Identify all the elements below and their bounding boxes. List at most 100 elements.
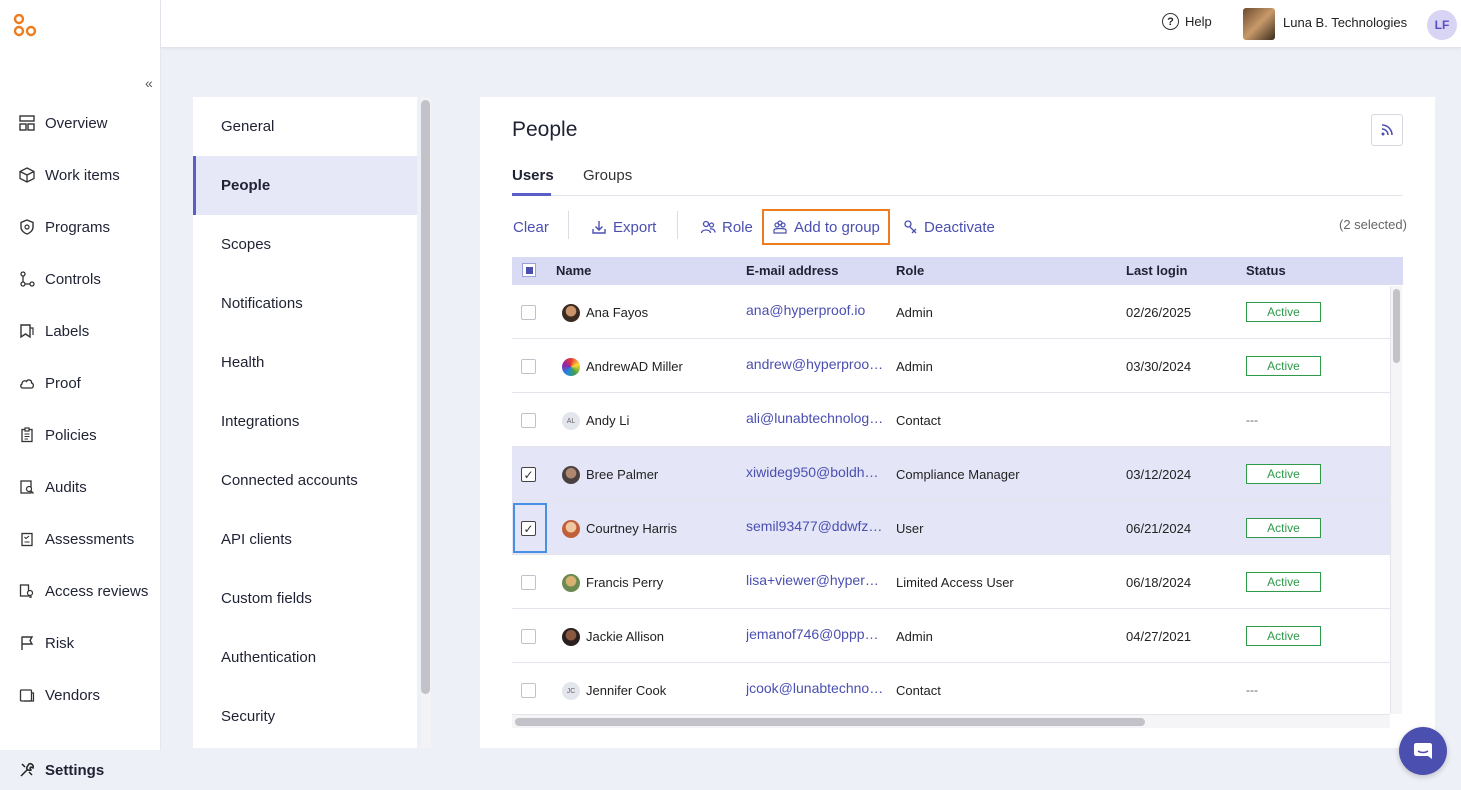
chat-button[interactable]	[1399, 727, 1447, 775]
row-checkbox-checked[interactable]: ✓	[521, 521, 536, 536]
avatar	[562, 628, 580, 646]
nav-item-labels[interactable]: Labels	[0, 311, 161, 351]
row-checkbox[interactable]	[521, 305, 536, 320]
user-name[interactable]: Ana Fayos	[586, 305, 648, 320]
table-row[interactable]: ✓ Bree Palmer xiwideg950@boldhut.com Com…	[512, 447, 1390, 501]
rss-feed-button[interactable]	[1371, 114, 1403, 146]
table-row[interactable]: Jackie Allison jemanof746@0pppp.com Admi…	[512, 609, 1390, 663]
user-email[interactable]: jcook@lunabtechnologies.com	[746, 680, 884, 696]
user-email[interactable]: semil93477@ddwfzp.com	[746, 518, 884, 534]
user-email[interactable]: ana@hyperproof.io	[746, 302, 884, 318]
subnav-item-health[interactable]: Health	[193, 333, 417, 392]
add-to-group-button[interactable]: Add to group	[762, 209, 890, 245]
export-button[interactable]: Export	[591, 215, 656, 239]
nav-label: Overview	[45, 114, 108, 132]
nav-item-settings[interactable]: Settings	[0, 750, 161, 790]
left-navigation: « Overview Work items Programs Controls …	[0, 0, 161, 790]
status-empty: ---	[1246, 683, 1258, 697]
user-email[interactable]: andrew@hyperproof.io	[746, 356, 884, 372]
org-name[interactable]: Luna B. Technologies	[1283, 15, 1407, 30]
user-email[interactable]: ali@lunabtechnologies.com	[746, 410, 884, 426]
column-header-status[interactable]: Status	[1246, 263, 1286, 278]
role-button[interactable]: Role	[700, 215, 753, 239]
page-title: People	[512, 118, 578, 141]
nav-item-controls[interactable]: Controls	[0, 259, 161, 299]
tab-groups[interactable]: Groups	[583, 167, 632, 184]
org-avatar[interactable]	[1243, 8, 1275, 40]
collapse-nav-icon[interactable]: «	[145, 75, 153, 91]
role-label: Role	[722, 218, 753, 236]
table-row[interactable]: Ana Fayos ana@hyperproof.io Admin 02/26/…	[512, 285, 1390, 339]
table-row[interactable]: AL Andy Li ali@lunabtechnologies.com Con…	[512, 393, 1390, 447]
user-role: User	[896, 521, 924, 536]
hyperproof-logo[interactable]	[13, 14, 39, 38]
row-checkbox[interactable]	[521, 575, 536, 590]
scrollbar-thumb[interactable]	[515, 718, 1145, 726]
clear-button[interactable]: Clear	[513, 215, 549, 239]
table-row[interactable]: Francis Perry lisa+viewer@hyperproof.io …	[512, 555, 1390, 609]
column-header-role[interactable]: Role	[896, 263, 924, 278]
help-link[interactable]: ? Help	[1162, 13, 1212, 30]
subnav-item-scopes[interactable]: Scopes	[193, 215, 417, 274]
flag-icon	[18, 634, 36, 652]
nav-item-vendors[interactable]: Vendors	[0, 675, 161, 715]
user-name[interactable]: Andy Li	[586, 413, 629, 428]
user-name[interactable]: Bree Palmer	[586, 467, 658, 482]
nav-item-assessments[interactable]: Assessments	[0, 519, 161, 559]
status-badge: Active	[1246, 518, 1321, 538]
subnav-item-api-clients[interactable]: API clients	[193, 510, 417, 569]
row-checkbox[interactable]	[521, 629, 536, 644]
row-checkbox[interactable]	[521, 359, 536, 374]
shield-icon	[18, 218, 36, 236]
nav-item-policies[interactable]: Policies	[0, 415, 161, 455]
user-email[interactable]: lisa+viewer@hyperproof.io	[746, 572, 884, 588]
subnav-item-authentication[interactable]: Authentication	[193, 628, 417, 687]
nav-item-work-items[interactable]: Work items	[0, 155, 161, 195]
user-name[interactable]: Jennifer Cook	[586, 683, 666, 698]
user-name[interactable]: AndrewAD Miller	[586, 359, 683, 374]
nav-item-audits[interactable]: Audits	[0, 467, 161, 507]
select-all-checkbox[interactable]	[522, 263, 536, 277]
user-role: Compliance Manager	[896, 467, 1020, 482]
user-email[interactable]: jemanof746@0pppp.com	[746, 626, 884, 642]
column-header-last-login[interactable]: Last login	[1126, 263, 1187, 278]
nav-item-access-reviews[interactable]: Access reviews	[0, 571, 161, 611]
nav-item-risk[interactable]: Risk	[0, 623, 161, 663]
status-badge: Active	[1246, 626, 1321, 646]
nav-item-overview[interactable]: Overview	[0, 103, 161, 143]
user-name[interactable]: Francis Perry	[586, 575, 663, 590]
column-header-email[interactable]: E-mail address	[746, 263, 839, 278]
row-checkbox-checked[interactable]: ✓	[521, 467, 536, 482]
table-row[interactable]: JC Jennifer Cook jcook@lunabtechnologies…	[512, 663, 1390, 713]
deactivate-button[interactable]: Deactivate	[902, 215, 995, 239]
subnav-item-connected-accounts[interactable]: Connected accounts	[193, 451, 417, 510]
nav-item-programs[interactable]: Programs	[0, 207, 161, 247]
nav-item-proof[interactable]: Proof	[0, 363, 161, 403]
row-checkbox[interactable]	[521, 683, 536, 698]
export-label: Export	[613, 218, 657, 236]
subnav-item-security[interactable]: Security	[193, 687, 417, 746]
subnav-item-integrations[interactable]: Integrations	[193, 392, 417, 451]
grid-icon	[18, 114, 36, 132]
subnav-item-custom-fields[interactable]: Custom fields	[193, 569, 417, 628]
table-row[interactable]: AndrewAD Miller andrew@hyperproof.io Adm…	[512, 339, 1390, 393]
subnav-item-notifications[interactable]: Notifications	[193, 274, 417, 333]
user-avatar[interactable]: LF	[1427, 10, 1457, 40]
table-vertical-scrollbar[interactable]	[1390, 286, 1402, 714]
tab-users[interactable]: Users	[512, 167, 554, 184]
table-header: Name E-mail address Role Last login Stat…	[512, 257, 1403, 285]
table-row[interactable]: ✓ Courtney Harris semil93477@ddwfzp.com …	[512, 501, 1390, 555]
column-header-name[interactable]: Name	[556, 263, 591, 278]
subnav-item-people[interactable]: People	[193, 156, 417, 215]
table-horizontal-scrollbar[interactable]	[512, 714, 1390, 728]
scrollbar-thumb[interactable]	[1393, 289, 1400, 363]
subnav-scrollbar[interactable]	[421, 97, 431, 748]
scrollbar-thumb[interactable]	[421, 100, 430, 694]
row-checkbox[interactable]	[521, 413, 536, 428]
user-email[interactable]: xiwideg950@boldhut.com	[746, 464, 884, 480]
nav-label: Programs	[45, 218, 111, 236]
cloud-icon	[18, 374, 36, 392]
user-name[interactable]: Courtney Harris	[586, 521, 677, 536]
user-name[interactable]: Jackie Allison	[586, 629, 664, 644]
subnav-item-general[interactable]: General	[193, 97, 417, 156]
